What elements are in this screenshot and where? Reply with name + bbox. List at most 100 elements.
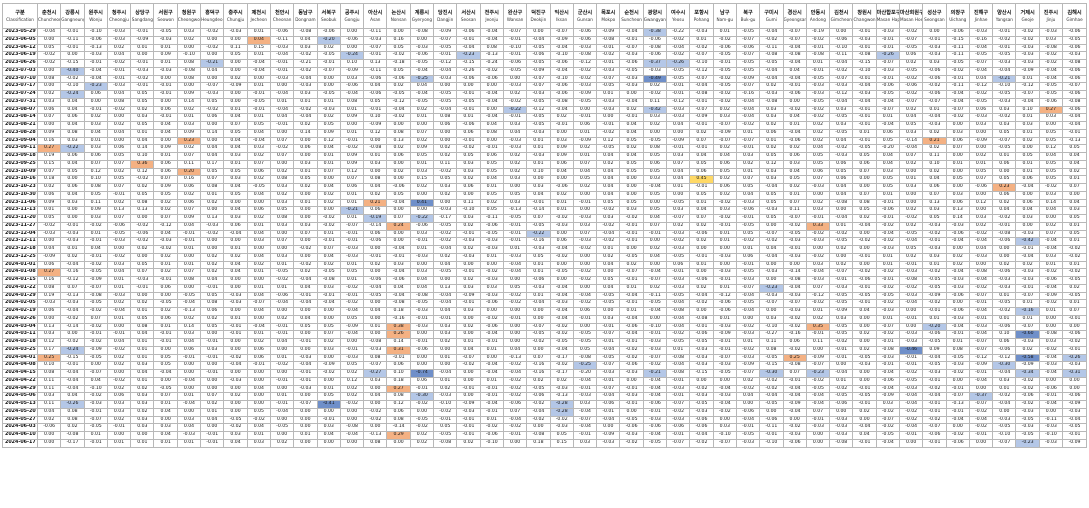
table-cell: -0.04 [875, 97, 900, 107]
table-cell: -0.13 [83, 43, 108, 53]
column-header-english: Nonsan [390, 16, 407, 22]
table-cell: -0.03 [339, 245, 365, 254]
table-cell: 0.09 [36, 198, 62, 208]
table-cell: -0.02 [735, 121, 761, 130]
column-header-korean: 군산시 [577, 9, 593, 16]
table-cell: -0.02 [689, 43, 714, 53]
table-cell: -0.01 [153, 330, 178, 339]
table-cell: -0.04 [782, 283, 807, 293]
table-cell: 0.09 [83, 206, 108, 215]
table-cell: -0.09 [223, 82, 248, 91]
table-cell: 0.00 [968, 260, 994, 270]
table-cell: 0.01 [1015, 159, 1040, 169]
table-cell: 0.04 [223, 183, 248, 192]
table-cell: 0.04 [1062, 198, 1087, 208]
table-cell: 0.00 [130, 291, 155, 301]
table-cell: 0.00 [619, 245, 644, 254]
table-cell: 0.03 [409, 167, 435, 177]
table-cell: -0.01 [1038, 392, 1064, 401]
table-cell: 0.04 [200, 415, 225, 425]
table-cell: -0.09 [829, 307, 854, 316]
column-header: 아산시 Asan [363, 3, 388, 29]
table-cell: 0.01 [1015, 167, 1040, 177]
table-cell: 0.07 [269, 237, 295, 246]
table-cell: 0.00 [572, 252, 598, 262]
table-cell: -0.01 [130, 283, 155, 293]
table-cell: 0.02 [246, 338, 271, 347]
table-cell: -0.01 [200, 338, 225, 347]
table-cell: 0.01 [339, 190, 365, 200]
table-cell: -0.05 [875, 431, 900, 440]
table-cell: -0.03 [596, 438, 621, 448]
table-cell: 0.04 [759, 245, 784, 254]
table-cell: -0.03 [805, 423, 831, 432]
table-cell: -0.13 [363, 431, 388, 440]
table-cell: -0.09 [549, 35, 574, 45]
table-cell: 0.00 [526, 345, 551, 355]
table-cell: 0.03 [36, 330, 62, 339]
table-cell: 0.02 [176, 190, 202, 200]
table-cell: -0.23 [456, 51, 481, 60]
table-cell: 0.04 [246, 423, 271, 432]
table-cell: 0.00 [153, 415, 178, 425]
table-cell: -0.10 [549, 51, 574, 60]
table-cell: -0.04 [759, 74, 784, 84]
table-cell: -0.02 [619, 214, 644, 223]
table-cell: -0.01 [200, 353, 225, 363]
table-cell: -0.04 [60, 260, 85, 270]
table-cell: 0.05 [1038, 167, 1064, 177]
table-cell: -0.09 [130, 35, 155, 45]
table-cell: -0.01 [898, 353, 924, 363]
table-cell: 0.00 [642, 198, 668, 208]
table-cell: 0.05 [992, 128, 1017, 138]
column-header: 마산회원구Masan Hoewon [898, 3, 924, 29]
table-cell: -0.19 [805, 28, 831, 37]
table-cell: 0.01 [735, 167, 761, 177]
table-row: 2024-01-01 0.06 -0.04 -0.02 0.03 0.05 0.01 0.01… [2, 260, 1087, 270]
table-cell: -0.02 [805, 252, 831, 262]
table-cell: 0.00 [106, 245, 132, 254]
table-cell: -0.08 [176, 66, 202, 76]
table-cell: 0.00 [293, 330, 318, 339]
table-cell: -0.01 [922, 237, 947, 246]
table-cell: 0.00 [689, 245, 714, 254]
table-cell: 0.03 [1038, 252, 1064, 262]
table-cell: -0.24 [479, 59, 504, 68]
table-cell: 0.00 [898, 198, 924, 208]
column-header-korean: 진해구 [973, 9, 989, 16]
table-cell: -0.05 [898, 229, 924, 239]
table-cell: 0.08 [60, 415, 85, 425]
table-cell: 0.00 [409, 353, 435, 363]
table-cell: 0.03 [223, 175, 248, 184]
table-cell: 0.14 [176, 97, 202, 107]
table-cell: 0.02 [642, 82, 668, 91]
table-cell: 0.02 [805, 121, 831, 130]
table-cell: 0.01 [712, 314, 737, 324]
table-cell: -0.03 [293, 353, 318, 363]
table-cell: -0.05 [759, 400, 784, 409]
table-cell: -0.07 [666, 400, 691, 409]
table-cell: 0.03 [409, 268, 435, 277]
table-cell: -0.01 [106, 330, 132, 339]
table-cell: 0.01 [526, 144, 551, 153]
table-cell: -0.01 [200, 438, 225, 448]
table-cell: 0.05 [1038, 175, 1064, 184]
table-cell: 0.03 [992, 121, 1017, 130]
table-cell: -0.06 [549, 183, 574, 192]
table-cell: 0.02 [642, 121, 668, 130]
column-header-english: Jinhae [974, 16, 988, 22]
table-cell: -0.03 [829, 283, 854, 293]
table-cell: -0.06 [549, 59, 574, 68]
table-cell: -0.04 [875, 438, 900, 448]
table-cell: -0.04 [945, 237, 970, 246]
table-cell: -0.03 [479, 237, 504, 246]
table-cell: 0.06 [60, 113, 85, 122]
table-cell: -0.04 [363, 283, 388, 293]
table-cell: -0.01 [153, 338, 178, 347]
table-cell: 0.06 [875, 128, 900, 138]
table-row: 2023-10-16 0.18 0.00 0.10 0.05 -0.02 0.07 0.16 0… [2, 175, 1087, 184]
table-cell: -0.04 [293, 299, 318, 308]
table-cell: -0.30 [409, 392, 435, 401]
table-cell: -0.08 [992, 229, 1017, 239]
table-cell: 0.00 [1038, 214, 1064, 223]
